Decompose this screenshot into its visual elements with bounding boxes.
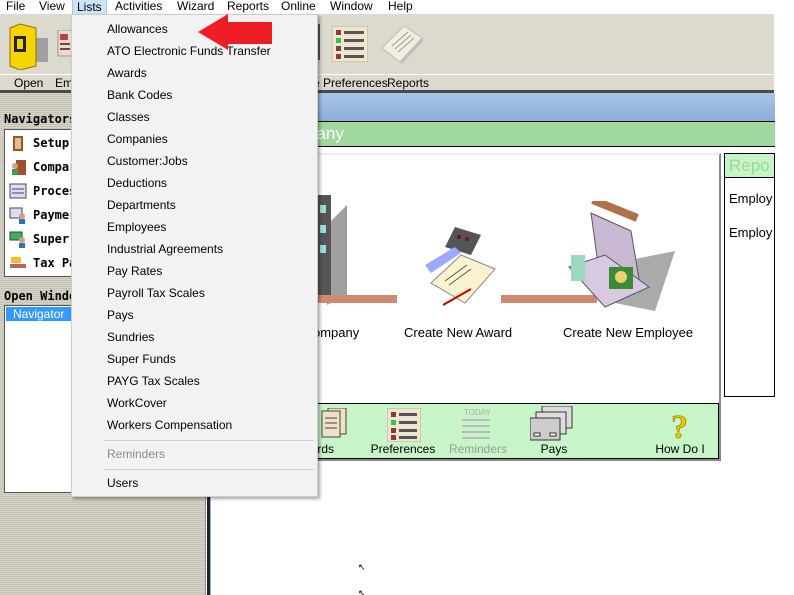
report-link[interactable]: Employ [729, 191, 772, 206]
create-award-label[interactable]: Create New Award [404, 325, 512, 340]
menu-item-users[interactable]: Users [73, 472, 316, 494]
menu-item-pays[interactable]: Pays [73, 304, 316, 326]
toolbar-divider [318, 24, 320, 60]
menu-item-classes[interactable]: Classes [73, 106, 316, 128]
shortcut-pays[interactable]: Pays [526, 406, 582, 458]
menu-activities[interactable]: Activities [111, 0, 166, 14]
employee-card-icon[interactable] [56, 29, 73, 58]
menu-item-ato-eft[interactable]: ATO Electronic Funds Transfer [73, 40, 316, 62]
menu-item-departments[interactable]: Departments [73, 194, 316, 216]
menu-item-payroll-tax-scales[interactable]: Payroll Tax Scales [73, 282, 316, 304]
toolbar-preferences-label[interactable]: e Preferences [313, 76, 388, 90]
payment-person-icon [9, 206, 27, 224]
create-employee-label[interactable]: Create New Employee [563, 325, 693, 340]
reports-panel: Repo Employ Employ [724, 153, 775, 397]
awards-icon [321, 408, 347, 438]
menu-item-customer-jobs[interactable]: Customer:Jobs [73, 150, 316, 172]
menu-online[interactable]: Online [277, 0, 320, 14]
menu-lists[interactable]: Lists [72, 0, 107, 14]
menu-item-employees[interactable]: Employees [73, 216, 316, 238]
open-book-icon[interactable] [6, 22, 48, 71]
new-employee-icon[interactable] [565, 196, 675, 311]
toolbar-open-label[interactable]: Open [14, 76, 43, 90]
menu-item-super-funds[interactable]: Super Funds [73, 348, 316, 370]
menu-reports[interactable]: Reports [223, 0, 273, 14]
award-document-icon[interactable] [415, 225, 505, 315]
open-windows-header: Open Windo [4, 289, 77, 303]
menu-item-payg-tax-scales[interactable]: PAYG Tax Scales [73, 370, 316, 392]
create-company-label[interactable]: ompany [313, 325, 359, 340]
help-question-icon: ? [671, 409, 689, 444]
menu-item-awards[interactable]: Awards [73, 62, 316, 84]
shortcut-preferences[interactable]: Preferences [368, 406, 438, 458]
flow-arrow [307, 295, 397, 303]
navigator-company[interactable]: Compar [9, 156, 76, 178]
navigator-payments[interactable]: Paymer [9, 204, 76, 226]
menu-item-pay-rates[interactable]: Pay Rates [73, 260, 316, 282]
shortcut-reminders[interactable]: TODAY Reminders [448, 406, 508, 458]
annotation-arrow-icon [198, 14, 272, 50]
menu-item-deductions[interactable]: Deductions [73, 172, 316, 194]
cursor-icon: ↖ [358, 588, 366, 595]
menu-item-allowances[interactable]: Allowances [73, 18, 316, 40]
menu-bar: File View Lists Activities Wizard Report… [0, 0, 794, 14]
menu-wizard[interactable]: Wizard [173, 0, 218, 14]
toolbar-reports-label[interactable]: Reports [387, 76, 429, 90]
menu-item-workcover[interactable]: WorkCover [73, 392, 316, 414]
menu-item-reminders: Reminders [107, 447, 166, 461]
reports-paper-icon[interactable] [380, 24, 426, 68]
shortcut-how-do-i[interactable]: ? How Do I [650, 406, 710, 458]
menu-window[interactable]: Window [326, 0, 377, 14]
menu-help[interactable]: Help [384, 0, 417, 14]
menu-separator [104, 440, 314, 441]
report-link[interactable]: Employ [729, 225, 772, 240]
menu-item-industrial-agreements[interactable]: Industrial Agreements [73, 238, 316, 260]
menu-item-workers-compensation[interactable]: Workers Compensation [73, 414, 316, 436]
tax-hand-icon [9, 254, 27, 272]
menu-view[interactable]: View [35, 0, 69, 14]
svg-text:TODAY: TODAY [464, 408, 491, 417]
form-icon [9, 182, 27, 200]
navigators-header: Navigators [4, 112, 77, 126]
preferences-icon [387, 408, 421, 442]
menu-separator [104, 469, 314, 470]
menu-item-sundries[interactable]: Sundries [73, 326, 316, 348]
preferences-icon[interactable] [331, 25, 369, 63]
menu-item-bank-codes[interactable]: Bank Codes [73, 84, 316, 106]
reminders-icon: TODAY [462, 408, 491, 439]
cursor-icon: ↖ [358, 562, 366, 572]
reports-title: Repo [725, 154, 774, 178]
door-icon [9, 134, 27, 152]
svg-text:?: ? [671, 409, 688, 444]
lists-menu: Allowances ATO Electronic Funds Transfer… [71, 14, 318, 497]
menu-file[interactable]: File [2, 0, 29, 14]
money-person-icon [9, 230, 27, 248]
pays-icon [530, 406, 573, 441]
person-door-icon [9, 158, 27, 176]
menu-item-companies[interactable]: Companies [73, 128, 316, 150]
